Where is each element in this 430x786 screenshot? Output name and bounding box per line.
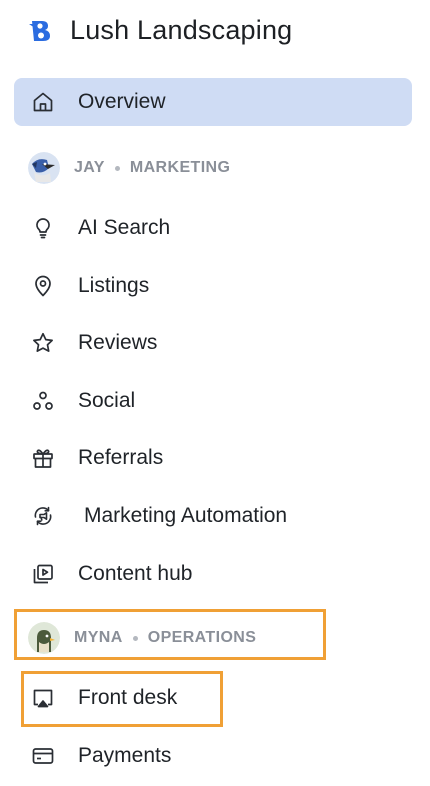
sidebar-item-label: Listings (78, 274, 150, 297)
sidebar-item-label: AI Search (78, 216, 171, 239)
avatar (28, 622, 60, 654)
map-pin-icon (30, 273, 56, 299)
sidebar-item-label: Social (78, 389, 136, 412)
sidebar-item-marketing-automation[interactable]: Marketing Automation (14, 492, 412, 540)
sidebar-item-social[interactable]: Social (14, 377, 412, 425)
sidebar-item-label: Reviews (78, 331, 158, 354)
separator-dot (114, 165, 120, 171)
section-header-marketing: JAY MARKETING (28, 152, 230, 184)
brand-logo-icon (26, 15, 56, 45)
sidebar-item-reviews[interactable]: Reviews (14, 319, 412, 367)
brand-name: Lush Landscaping (70, 14, 293, 45)
sidebar-item-ai-search[interactable]: AI Search (14, 204, 412, 252)
home-icon (30, 89, 56, 115)
brand-header: Lush Landscaping (26, 12, 292, 48)
sidebar-item-label: Content hub (78, 562, 193, 585)
front-desk-icon (30, 685, 56, 711)
sidebar-item-payments[interactable]: Payments (14, 732, 412, 780)
content-hub-icon (30, 561, 56, 587)
section-team: OPERATIONS (147, 629, 257, 646)
automation-icon (30, 503, 56, 529)
sidebar-item-label: Marketing Automation (84, 504, 288, 527)
section-person: MYNA (74, 629, 123, 646)
section-team: MARKETING (129, 159, 231, 176)
sidebar-item-label: Overview (78, 90, 166, 113)
section-header-operations: MYNA OPERATIONS (28, 622, 256, 654)
sidebar-item-front-desk[interactable]: Front desk (14, 674, 412, 722)
section-person: JAY (74, 159, 105, 176)
separator-dot (132, 635, 138, 641)
star-icon (30, 330, 56, 356)
sidebar-item-label: Front desk (78, 686, 178, 709)
sidebar-item-overview[interactable]: Overview (14, 78, 412, 126)
social-dots-icon (30, 388, 56, 414)
lightbulb-icon (30, 215, 56, 241)
avatar (28, 152, 60, 184)
sidebar-item-content-hub[interactable]: Content hub (14, 550, 412, 598)
sidebar-item-listings[interactable]: Listings (14, 262, 412, 310)
sidebar-item-label: Payments (78, 744, 172, 767)
sidebar-item-label: Referrals (78, 446, 164, 469)
sidebar-item-referrals[interactable]: Referrals (14, 434, 412, 482)
gift-icon (30, 445, 56, 471)
card-icon (30, 743, 56, 769)
